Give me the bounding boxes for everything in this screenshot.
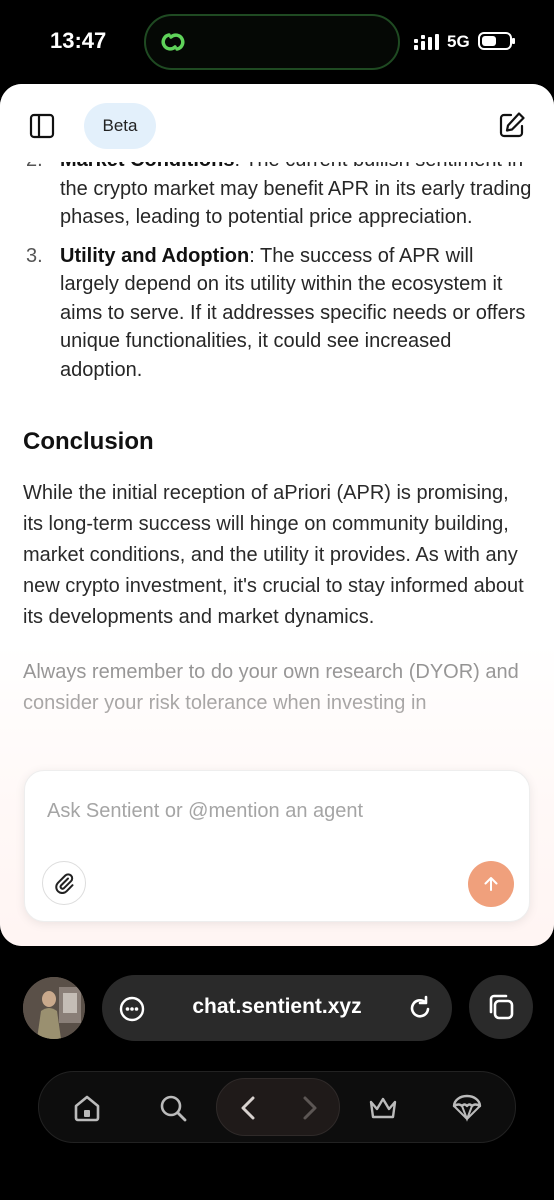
- battery-icon: [478, 32, 515, 50]
- sidebar-toggle-icon[interactable]: [28, 112, 56, 140]
- avatar-image: [23, 977, 85, 1039]
- address-bar[interactable]: chat.sentient.xyz: [102, 975, 452, 1041]
- beta-badge: Beta: [84, 103, 156, 149]
- message-composer: [24, 770, 530, 922]
- island-app-icon: [161, 33, 185, 51]
- page-options-icon[interactable]: [118, 995, 146, 1023]
- network-type: 5G: [447, 32, 470, 51]
- message-input[interactable]: [47, 795, 507, 827]
- dynamic-island[interactable]: [144, 14, 400, 70]
- avatar[interactable]: [23, 977, 85, 1039]
- crown-icon[interactable]: [367, 1092, 399, 1124]
- history-nav: [216, 1078, 340, 1136]
- send-button[interactable]: [468, 861, 514, 907]
- disclaimer-paragraph: Always remember to do your own research …: [23, 661, 519, 714]
- reload-icon[interactable]: [406, 994, 434, 1022]
- conclusion-paragraph: While the initial reception of aPriori (…: [23, 482, 524, 628]
- list-number: 3.: [26, 244, 43, 267]
- status-bar: 13:47 5G: [0, 0, 554, 84]
- assistant-message: 2. Market Conditions: The current bullis…: [0, 146, 554, 719]
- parachute-icon[interactable]: [451, 1092, 483, 1124]
- bottom-nav: [38, 1071, 516, 1143]
- chat-app: 2. Market Conditions: The current bullis…: [0, 84, 554, 946]
- search-icon[interactable]: [157, 1092, 189, 1124]
- back-icon[interactable]: [233, 1092, 265, 1124]
- app-header: Beta: [0, 84, 554, 162]
- forward-icon[interactable]: [293, 1092, 325, 1124]
- home-icon[interactable]: [71, 1092, 103, 1124]
- paperclip-icon: [55, 873, 74, 894]
- url-text[interactable]: chat.sentient.xyz: [162, 995, 392, 1019]
- attach-button[interactable]: [42, 861, 86, 905]
- list-item: 3. Utility and Adoption: The success of …: [0, 242, 554, 385]
- status-time: 13:47: [50, 28, 107, 53]
- tabs-button[interactable]: [469, 975, 533, 1039]
- signal-icon: [414, 34, 439, 50]
- tabs-icon: [489, 994, 514, 1020]
- list-item-title: Utility and Adoption: [60, 244, 250, 267]
- conclusion-heading: Conclusion: [23, 428, 154, 455]
- arrow-up-icon: [484, 877, 498, 891]
- compose-icon[interactable]: [497, 110, 527, 140]
